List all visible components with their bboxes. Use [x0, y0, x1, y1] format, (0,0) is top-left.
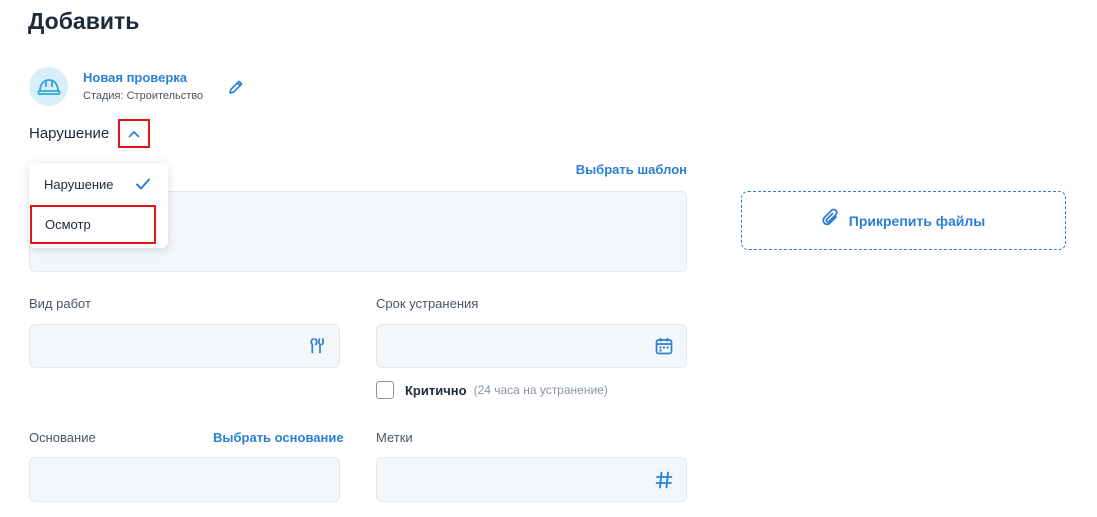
critical-checkbox[interactable]	[376, 381, 394, 399]
calendar-icon	[655, 337, 673, 355]
inspection-name[interactable]: Новая проверка	[83, 69, 203, 87]
chevron-up-icon	[128, 125, 140, 143]
select-template-link[interactable]: Выбрать шаблон	[576, 162, 687, 177]
attach-files-button[interactable]: Прикрепить файлы	[741, 191, 1066, 250]
tags-field[interactable]	[376, 457, 687, 502]
dropdown-option-inspection[interactable]: Осмотр	[30, 205, 156, 244]
type-dropdown: Нарушение Осмотр	[29, 163, 168, 248]
select-basis-link[interactable]: Выбрать основание	[213, 430, 344, 445]
paperclip-icon	[822, 208, 840, 233]
critical-label: Критично	[405, 382, 467, 398]
hash-icon	[655, 471, 673, 489]
dropdown-option-label: Осмотр	[45, 217, 91, 232]
type-toggle-button[interactable]	[118, 119, 150, 148]
inspection-info: Новая проверка Стадия: Строительство	[29, 67, 203, 106]
basis-field[interactable]	[29, 457, 340, 502]
critical-option: Критично (24 часа на устранение)	[376, 381, 608, 399]
work-type-field[interactable]	[29, 324, 340, 368]
attach-files-label: Прикрепить файлы	[848, 212, 986, 229]
wrench-icon	[308, 337, 326, 355]
tags-label: Метки	[376, 430, 413, 445]
deadline-label: Срок устранения	[376, 296, 479, 311]
dropdown-option-violation[interactable]: Нарушение	[44, 177, 114, 192]
check-icon	[135, 177, 151, 191]
helmet-icon	[29, 67, 68, 106]
critical-hint: (24 часа на устранение)	[473, 383, 608, 397]
inspection-stage: Стадия: Строительство	[83, 90, 204, 102]
pencil-icon[interactable]	[227, 78, 245, 96]
type-selector-label: Нарушение	[29, 125, 110, 142]
page-title: Добавить	[28, 8, 140, 34]
work-type-label: Вид работ	[29, 296, 91, 311]
deadline-field[interactable]	[376, 324, 687, 368]
basis-label: Основание	[29, 430, 96, 445]
